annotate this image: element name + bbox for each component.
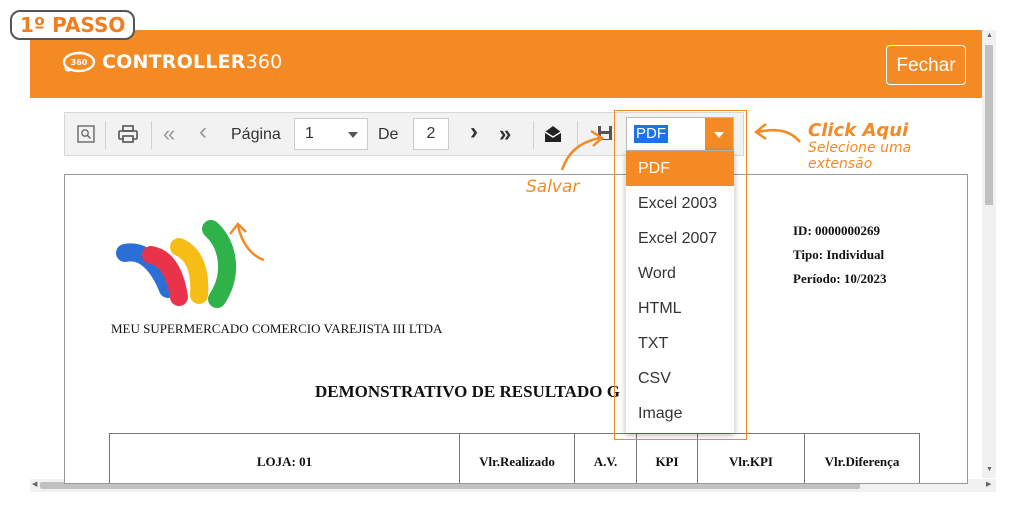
- logo-icon: 360: [62, 51, 96, 73]
- toolbar-separator: [533, 121, 534, 149]
- brand-name: CONTROLLER360: [102, 51, 282, 73]
- page-select-value: 1: [305, 125, 314, 142]
- format-option-excel-2007[interactable]: Excel 2007: [626, 221, 734, 256]
- annotation-save: Salvar: [526, 177, 580, 197]
- annotation-arrow-icon: [753, 123, 801, 143]
- annotation-click-here: Click Aqui: [808, 120, 909, 141]
- report-period: Período: 10/2023: [793, 271, 887, 286]
- toolbar-separator: [105, 121, 106, 149]
- vertical-scroll-thumb[interactable]: [985, 45, 993, 205]
- annotation-arrow-icon: [560, 129, 605, 171]
- chevron-down-icon: [348, 132, 358, 138]
- brand-bold: CONTROLLER: [102, 51, 246, 73]
- format-option-word[interactable]: Word: [626, 256, 734, 291]
- format-option-excel-2003[interactable]: Excel 2003: [626, 186, 734, 221]
- toolbar-separator: [151, 121, 152, 149]
- annotation-select-extension: Selecione uma extensão: [808, 140, 912, 172]
- format-option-html[interactable]: HTML: [626, 291, 734, 326]
- scroll-left-icon[interactable]: ◀: [32, 480, 37, 488]
- export-format-dropdown: PDF Excel 2003 Excel 2007 Word HTML TXT …: [626, 151, 734, 433]
- app-logo: 360 CONTROLLER360: [62, 50, 282, 74]
- vertical-scrollbar[interactable]: ▲ ▼: [982, 30, 996, 478]
- step-badge: 1º PASSO: [10, 10, 136, 40]
- search-icon[interactable]: [77, 125, 95, 143]
- total-pages: 2: [413, 118, 449, 150]
- of-label: De: [378, 126, 399, 143]
- print-icon[interactable]: [118, 125, 138, 143]
- export-format-value: PDF: [634, 125, 668, 143]
- report-table: LOJA: 01 Vlr.Realizado A.V. KPI Vlr.KPI …: [109, 433, 920, 483]
- report-page: ID: 0000000269 Tipo: Individual Período:…: [64, 174, 968, 484]
- export-format-select[interactable]: PDF: [626, 117, 734, 151]
- chevron-down-icon: [714, 132, 724, 138]
- table-header-row: LOJA: 01 Vlr.Realizado A.V. KPI Vlr.KPI …: [109, 433, 920, 483]
- prev-page-icon[interactable]: ‹: [199, 120, 207, 144]
- close-button[interactable]: Fechar: [886, 45, 966, 85]
- logo-badge-text: 360: [71, 58, 88, 67]
- scroll-up-icon[interactable]: ▲: [986, 32, 993, 39]
- column-header: Vlr.Diferença: [804, 433, 920, 483]
- annotation-arrow-icon: [229, 222, 265, 262]
- column-header: KPI: [636, 433, 698, 483]
- format-option-txt[interactable]: TXT: [626, 326, 734, 361]
- format-option-image[interactable]: Image: [626, 396, 734, 431]
- report-meta: ID: 0000000269 Tipo: Individual Período:…: [793, 219, 887, 291]
- column-header: A.V.: [574, 433, 637, 483]
- scroll-down-icon[interactable]: ▼: [986, 466, 993, 473]
- company-name: MEU SUPERMERCADO COMERCIO VAREJISTA III …: [111, 321, 443, 336]
- next-page-icon[interactable]: ›: [470, 120, 478, 144]
- column-header: Vlr.Realizado: [459, 433, 575, 483]
- first-page-icon[interactable]: «: [163, 123, 175, 145]
- report-id: ID: 0000000269: [793, 223, 881, 238]
- brand-light: 360: [245, 51, 283, 73]
- report-title: DEMONSTRATIVO DE RESULTADO G: [315, 382, 620, 401]
- page-select[interactable]: 1: [294, 118, 368, 150]
- last-page-icon[interactable]: »: [499, 123, 511, 145]
- column-header: LOJA: 01: [109, 433, 460, 483]
- format-option-csv[interactable]: CSV: [626, 361, 734, 396]
- column-header: Vlr.KPI: [697, 433, 805, 483]
- report-type: Tipo: Individual: [793, 247, 885, 262]
- page-label: Página: [231, 126, 281, 143]
- scroll-right-icon[interactable]: ▶: [986, 480, 991, 488]
- format-option-pdf[interactable]: PDF: [626, 151, 734, 186]
- export-format-toggle[interactable]: [705, 118, 733, 150]
